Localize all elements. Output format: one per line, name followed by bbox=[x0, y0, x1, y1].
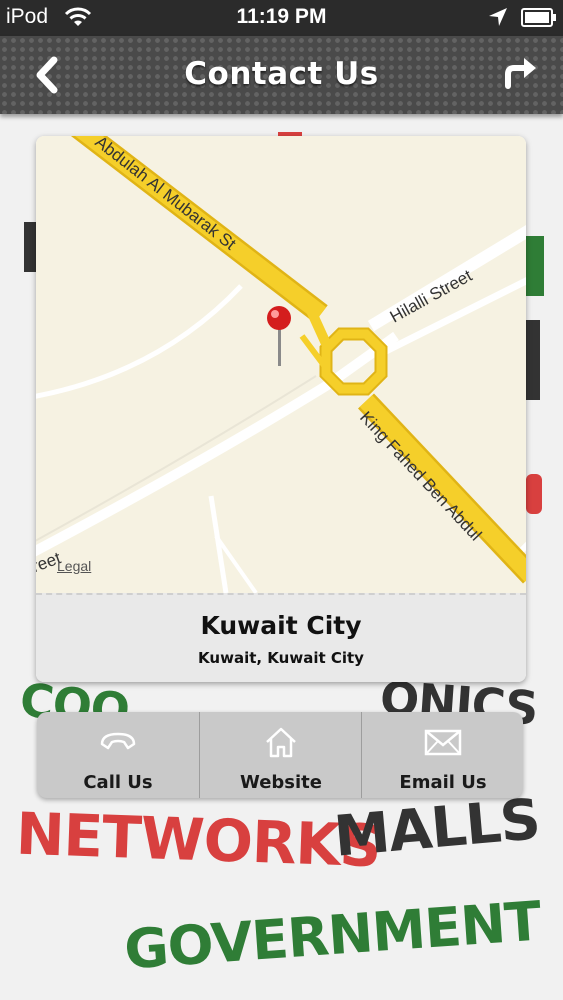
map-pin-icon[interactable] bbox=[264, 304, 294, 368]
share-arrow-icon[interactable] bbox=[498, 52, 542, 92]
email-us-button[interactable]: Email Us bbox=[361, 712, 523, 798]
contact-actions-bar: Call Us Website Email Us bbox=[37, 712, 523, 798]
envelope-icon bbox=[424, 729, 462, 756]
location-arrow-icon bbox=[489, 8, 507, 26]
background-word: MALLS bbox=[331, 787, 543, 870]
page-title: Contact Us bbox=[184, 56, 379, 92]
nav-bar: Contact Us bbox=[0, 36, 563, 114]
phone-icon bbox=[100, 732, 136, 750]
background-word: GOVERNMENT bbox=[122, 889, 543, 982]
map-road bbox=[36, 284, 243, 399]
battery-icon bbox=[521, 8, 556, 27]
map-view[interactable]: Abdulah Al Mubarak St Hilalli Street Kin… bbox=[36, 136, 526, 593]
background-decoration bbox=[526, 320, 540, 400]
website-label: Website bbox=[239, 772, 322, 793]
status-time: 11:19 PM bbox=[236, 5, 327, 28]
home-icon bbox=[266, 727, 296, 758]
location-address: Kuwait, Kuwait City bbox=[198, 649, 364, 667]
map-card: Abdulah Al Mubarak St Hilalli Street Kin… bbox=[36, 136, 526, 682]
call-us-label: Call Us bbox=[83, 772, 153, 793]
legal-link[interactable]: Legal bbox=[57, 558, 91, 574]
street-label: Hilalli Street bbox=[387, 266, 476, 327]
background-decoration bbox=[526, 236, 544, 296]
status-bar: iPod 11:19 PM bbox=[0, 0, 563, 36]
website-button[interactable]: Website bbox=[199, 712, 361, 798]
street-label: Abdulah Al Mubarak St bbox=[92, 136, 240, 254]
location-info: Kuwait City Kuwait, Kuwait City bbox=[36, 593, 526, 682]
street-label: King Fahed Ben Abdul bbox=[356, 408, 485, 545]
location-name: Kuwait City bbox=[200, 611, 362, 640]
call-us-button[interactable]: Call Us bbox=[37, 712, 199, 798]
email-us-label: Email Us bbox=[399, 772, 487, 793]
background-word: NETWORKS bbox=[14, 799, 382, 881]
map-road bbox=[36, 375, 317, 542]
background-decoration bbox=[526, 474, 542, 514]
